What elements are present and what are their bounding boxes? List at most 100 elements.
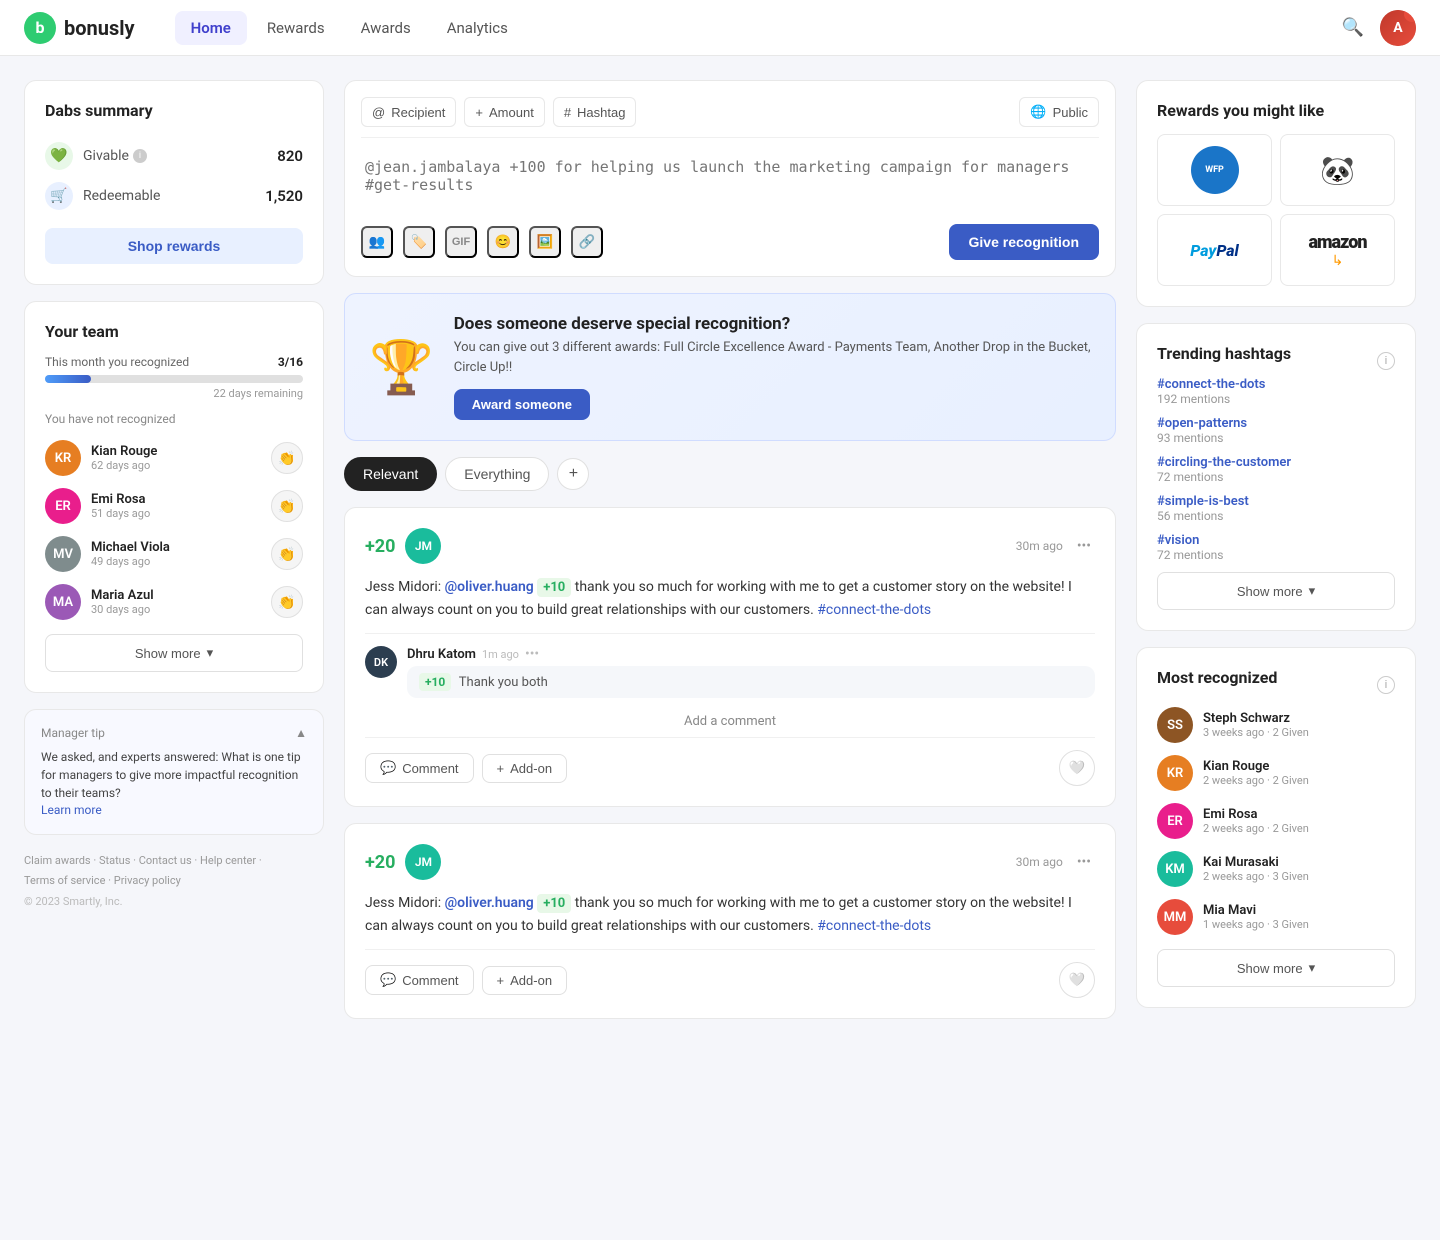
- show-more-team-button[interactable]: Show more ▾: [45, 634, 303, 672]
- composer-icon-group: 👥 🏷️ GIF 😊 🖼️ 🔗: [361, 226, 603, 258]
- shop-rewards-button[interactable]: Shop rewards: [45, 228, 303, 264]
- visibility-button[interactable]: 🌐 Public: [1019, 97, 1099, 127]
- filter-everything[interactable]: Everything: [445, 457, 549, 491]
- trending-tag[interactable]: #open-patterns: [1157, 416, 1395, 431]
- member-action-btn[interactable]: 👏: [271, 538, 303, 570]
- reward-wfp[interactable]: WFP: [1157, 134, 1272, 206]
- filter-add-button[interactable]: +: [557, 458, 589, 490]
- nav-rewards[interactable]: Rewards: [251, 11, 341, 45]
- give-recognition-button[interactable]: Give recognition: [949, 224, 1099, 260]
- reward-amazon[interactable]: amazon ↳: [1280, 214, 1395, 286]
- givable-value: 820: [277, 147, 303, 165]
- emoji-icon-btn[interactable]: 😊: [487, 226, 519, 258]
- trending-count: 72 mentions: [1157, 470, 1395, 484]
- user-avatar[interactable]: A 4: [1380, 10, 1416, 46]
- member-action-btn[interactable]: 👏: [271, 586, 303, 618]
- help-link[interactable]: Help center: [200, 854, 256, 867]
- like-button[interactable]: 🤍: [1059, 750, 1095, 786]
- member-time: 62 days ago: [91, 459, 261, 472]
- member-name: Emi Rosa: [91, 492, 261, 507]
- member-info: Maria Azul 30 days ago: [91, 588, 261, 616]
- trending-header: Trending hashtags i: [1157, 344, 1395, 377]
- redeemable-icon: 🛒: [45, 182, 73, 210]
- recognized-list: SS Steph Schwarz 3 weeks ago · 2 Given K…: [1157, 701, 1395, 941]
- givable-row: 💚 Givable i 820: [45, 136, 303, 176]
- tag-icon-btn[interactable]: 🏷️: [403, 226, 435, 258]
- nav-analytics[interactable]: Analytics: [431, 11, 524, 45]
- post-hashtag[interactable]: #connect-the-dots: [817, 602, 931, 618]
- rewards-grid: WFP 🐼 PayPal amazon ↳: [1157, 134, 1395, 286]
- recipient-button[interactable]: @ Recipient: [361, 97, 456, 127]
- show-more-recognized-button[interactable]: Show more ▾: [1157, 949, 1395, 987]
- team-member: MA Maria Azul 30 days ago 👏: [45, 578, 303, 626]
- member-info: Kian Rouge 62 days ago: [91, 444, 261, 472]
- trending-tag[interactable]: #circling-the-customer: [1157, 455, 1395, 470]
- redeemable-label: Redeemable: [83, 188, 255, 204]
- add-comment[interactable]: Add a comment: [365, 706, 1095, 737]
- learn-more-link[interactable]: Learn more: [41, 803, 102, 817]
- trending-tag[interactable]: #simple-is-best: [1157, 494, 1395, 509]
- recognized-meta: 2 weeks ago · 2 Given: [1203, 822, 1395, 835]
- trending-tag[interactable]: #vision: [1157, 533, 1395, 548]
- gif-icon-btn[interactable]: GIF: [445, 226, 477, 258]
- nav-home[interactable]: Home: [175, 11, 247, 45]
- claim-awards-link[interactable]: Claim awards: [24, 854, 91, 867]
- post-mention[interactable]: @oliver.huang: [445, 579, 538, 595]
- member-action-btn[interactable]: 👏: [271, 442, 303, 474]
- people-icon-btn[interactable]: 👥: [361, 226, 393, 258]
- trending-info-icon[interactable]: i: [1377, 352, 1395, 370]
- comment-icon: 💬: [380, 760, 396, 776]
- reward-wwf[interactable]: 🐼: [1280, 134, 1395, 206]
- main-feed: @ Recipient + Amount # Hashtag 🌐 Public: [344, 80, 1116, 1019]
- tos-link[interactable]: Terms of service: [24, 874, 105, 887]
- comment-more-icon[interactable]: •••: [525, 646, 539, 662]
- filter-relevant[interactable]: Relevant: [344, 457, 437, 491]
- search-icon[interactable]: 🔍: [1342, 17, 1364, 38]
- like-button[interactable]: 🤍: [1059, 962, 1095, 998]
- image-icon-btn[interactable]: 🖼️: [529, 226, 561, 258]
- post-time: 30m ago: [1016, 855, 1063, 869]
- team-member-list: KR Kian Rouge 62 days ago 👏 ER Emi Rosa …: [45, 434, 303, 626]
- link-icon-btn[interactable]: 🔗: [571, 226, 603, 258]
- hashtag-button[interactable]: # Hashtag: [553, 97, 637, 127]
- comment-button[interactable]: 💬 Comment: [365, 965, 474, 995]
- member-avatar: MA: [45, 584, 81, 620]
- nav-awards[interactable]: Awards: [345, 11, 427, 45]
- award-someone-button[interactable]: Award someone: [454, 389, 590, 420]
- contact-link[interactable]: Contact us: [139, 854, 192, 867]
- givable-info-icon[interactable]: i: [133, 149, 147, 163]
- show-more-trending-button[interactable]: Show more ▾: [1157, 572, 1395, 610]
- member-name: Maria Azul: [91, 588, 261, 603]
- show-more-trending-label: Show more: [1237, 584, 1303, 599]
- copyright: © 2023 Smartly, Inc.: [24, 895, 324, 908]
- progress-bar-fill: [45, 375, 91, 383]
- privacy-link[interactable]: Privacy policy: [114, 874, 181, 887]
- collapse-icon[interactable]: ▲: [295, 726, 307, 740]
- recognized-header: Most recognized i: [1157, 668, 1395, 701]
- days-remaining: 22 days remaining: [45, 387, 303, 400]
- at-icon: @: [372, 105, 385, 120]
- reward-paypal[interactable]: PayPal: [1157, 214, 1272, 286]
- logo[interactable]: b bonusly: [24, 12, 135, 44]
- composer-input[interactable]: [361, 150, 1099, 210]
- comment-button[interactable]: 💬 Comment: [365, 753, 474, 783]
- post-text: Jess Midori: @oliver.huang +10 thank you…: [365, 892, 1095, 937]
- addon-button[interactable]: + Add-on: [482, 966, 568, 995]
- post-more-icon[interactable]: •••: [1073, 534, 1095, 558]
- post-mention[interactable]: @oliver.huang: [445, 895, 538, 911]
- trending-tag[interactable]: #connect-the-dots: [1157, 377, 1395, 392]
- status-link[interactable]: Status: [99, 854, 130, 867]
- member-action-btn[interactable]: 👏: [271, 490, 303, 522]
- member-avatar: ER: [45, 488, 81, 524]
- recognized-avatar: SS: [1157, 707, 1193, 743]
- post-more-icon[interactable]: •••: [1073, 850, 1095, 874]
- post-actions: 💬 Comment + Add-on 🤍: [365, 737, 1095, 786]
- manager-tip-text: We asked, and experts answered: What is …: [41, 748, 307, 802]
- recognized-info-icon[interactable]: i: [1377, 676, 1395, 694]
- post-author: Jess Midori:: [365, 579, 441, 595]
- amount-button[interactable]: + Amount: [464, 97, 544, 127]
- post-card: +20 JM 30m ago ••• Jess Midori: @oliver.…: [344, 823, 1116, 1019]
- post-hashtag[interactable]: #connect-the-dots: [817, 918, 931, 934]
- recognized-name: Steph Schwarz: [1203, 711, 1395, 726]
- addon-button[interactable]: + Add-on: [482, 754, 568, 783]
